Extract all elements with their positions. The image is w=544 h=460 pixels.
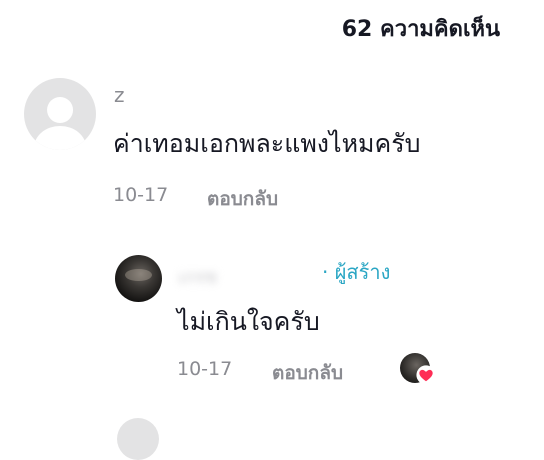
comment-date: 10-17 xyxy=(113,184,169,206)
reply-username[interactable]: เกรซ xyxy=(178,262,217,291)
heart-icon xyxy=(416,365,436,385)
liked-by-creator xyxy=(400,353,438,387)
next-comment-avatar[interactable] xyxy=(117,418,159,460)
reply-text: ไม่เกินใจครับ xyxy=(177,307,320,336)
comment-username[interactable]: z xyxy=(114,83,125,107)
comment-text: ค่าเทอมเอกพละแพงไหมครับ xyxy=(113,129,421,158)
default-user-icon xyxy=(47,96,73,123)
user-avatar[interactable] xyxy=(24,78,96,150)
reply-button[interactable]: ตอบกลับ xyxy=(207,184,278,214)
reply-date: 10-17 xyxy=(177,358,233,380)
creator-badge: · ผู้สร้าง xyxy=(322,260,391,284)
reply-button[interactable]: ตอบกลับ xyxy=(272,358,343,388)
comment-count-header: 62 ความคิดเห็น xyxy=(341,17,500,42)
creator-avatar[interactable] xyxy=(115,255,162,302)
